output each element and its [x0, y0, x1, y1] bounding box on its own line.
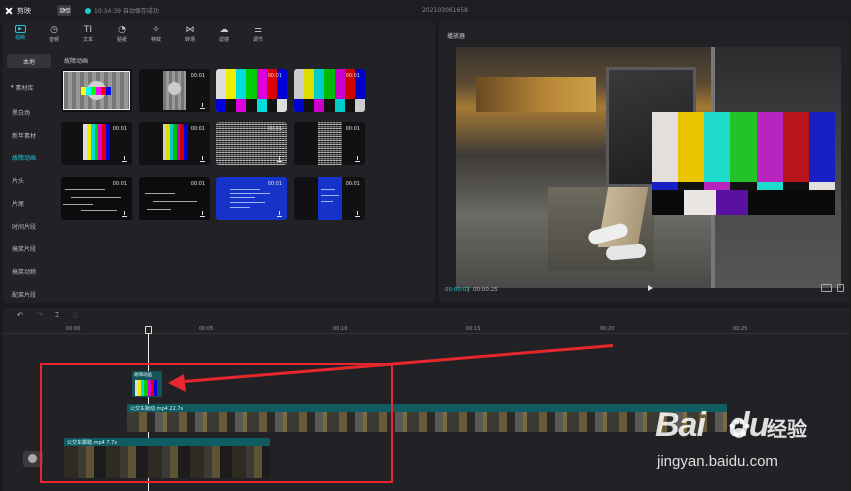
- baidu-watermark: Bai du 经验 jingyan.baidu.com: [655, 400, 845, 480]
- watermark-brand-a: Bai: [655, 406, 706, 444]
- paw-icon: [729, 419, 750, 438]
- watermark-brand: Bai du: [655, 406, 769, 445]
- watermark-cn: 经验: [767, 417, 807, 441]
- watermark-url: jingyan.baidu.com: [657, 453, 778, 470]
